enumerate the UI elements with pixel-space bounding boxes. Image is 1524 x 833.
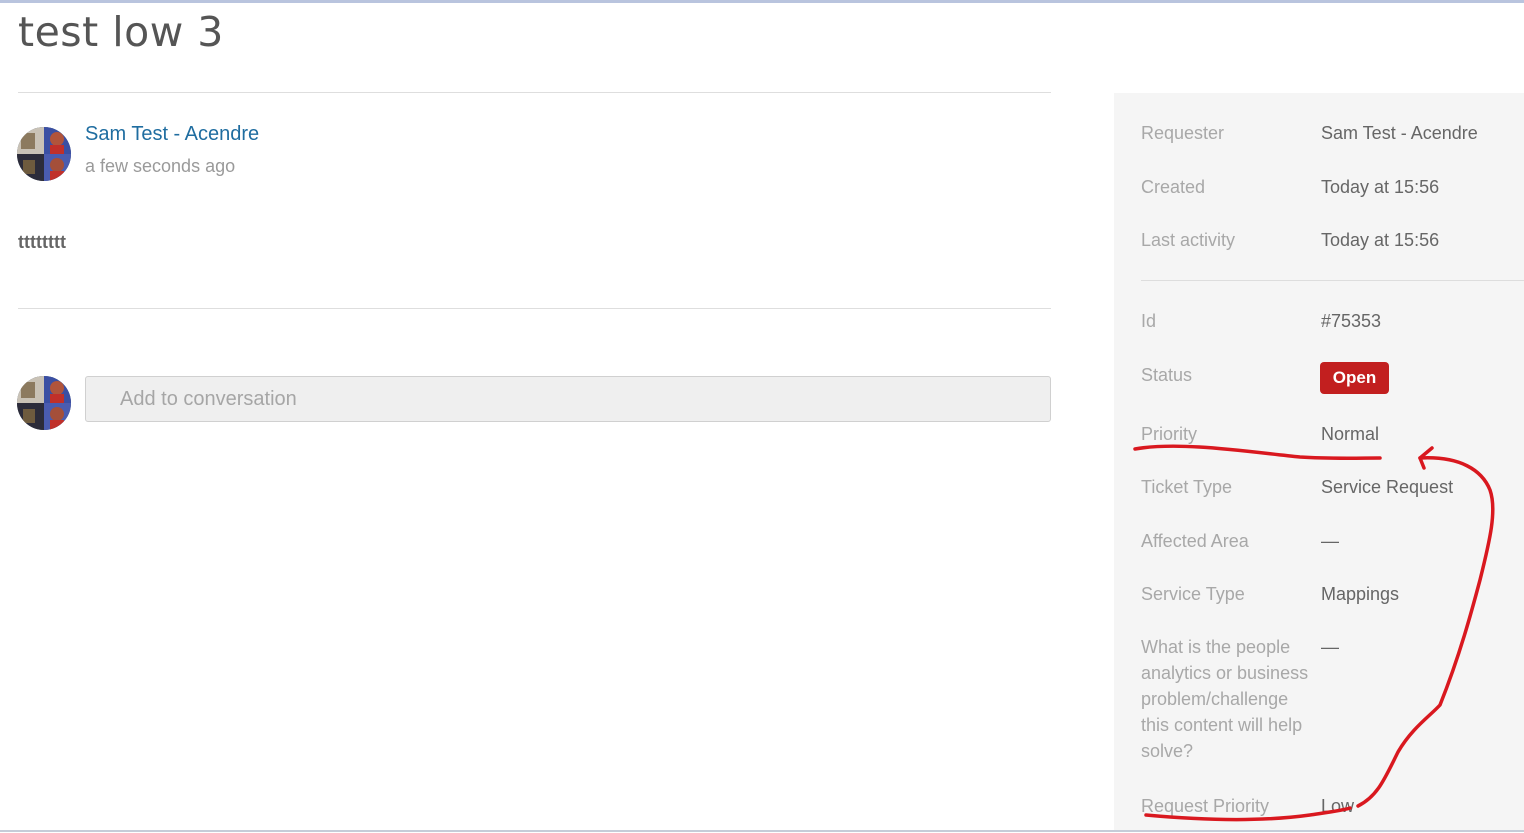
requester-value: Sam Test - Acendre [1321,123,1478,143]
analytics-question-value[interactable]: — [1321,634,1339,660]
author-name-link[interactable]: Sam Test - Acendre [85,123,259,146]
message-body: tttttttt [18,232,66,252]
ticket-title: test low 3 [18,8,224,56]
priority-label: Priority [1141,424,1198,444]
id-label: Id [1141,311,1157,331]
sidebar-divider [1141,280,1524,281]
id-value: #75353 [1321,311,1382,331]
created-label: Created [1141,177,1206,197]
affected-area-value[interactable]: — [1321,528,1339,554]
requester-label: Requester [1141,123,1225,143]
window-bottom-border [0,830,1524,832]
message-divider [18,308,1051,309]
last-activity-label: Last activity [1141,230,1236,250]
created-value: Today at 15:56 [1321,177,1440,197]
affected-area-label: Affected Area [1141,531,1249,551]
message-timestamp: a few seconds ago [85,156,236,176]
current-user-avatar [17,376,71,430]
author-avatar[interactable] [17,127,71,181]
ticket-type-label: Ticket Type [1141,477,1233,497]
last-activity-value: Today at 15:56 [1321,230,1440,250]
request-priority-label: Request Priority [1141,796,1270,816]
service-type-value[interactable]: Mappings [1321,581,1399,607]
ticket-type-value[interactable]: Service Request [1321,474,1453,500]
analytics-question-label: What is the people analytics or business… [1141,637,1309,761]
request-priority-value[interactable]: Low [1321,793,1354,819]
status-badge[interactable]: Open [1320,362,1389,394]
priority-value[interactable]: Normal [1321,421,1379,447]
window-top-border [0,0,1524,3]
service-type-label: Service Type [1141,584,1245,604]
status-label: Status [1141,365,1193,385]
header-divider [18,92,1051,93]
add-to-conversation-input[interactable] [85,376,1051,422]
